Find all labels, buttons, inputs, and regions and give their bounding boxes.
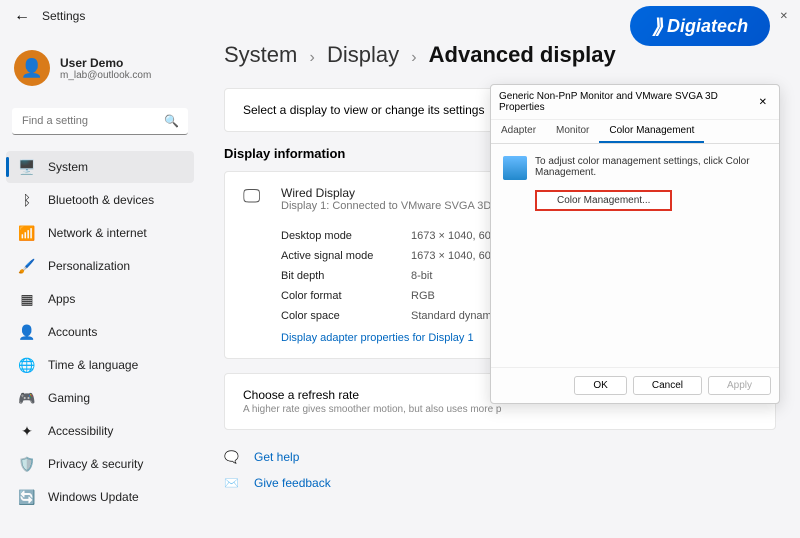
color-management-button[interactable]: Color Management...: [535, 190, 672, 211]
user-profile[interactable]: 👤 User Demo m_lab@outlook.com: [6, 42, 194, 94]
nav-icon: 📶: [18, 224, 36, 242]
sidebar-item-accessibility[interactable]: ✦ Accessibility: [6, 415, 194, 447]
nav-icon: ᛒ: [18, 191, 36, 209]
nav-label: Apps: [48, 292, 75, 306]
cancel-button[interactable]: Cancel: [633, 376, 702, 395]
dialog-text: To adjust color management settings, cli…: [535, 156, 767, 178]
nav-icon: 🎮: [18, 389, 36, 407]
display-name: Wired Display: [281, 186, 491, 200]
apply-button[interactable]: Apply: [708, 376, 771, 395]
sidebar-item-system[interactable]: 🖥️ System: [6, 151, 194, 183]
dialog-close-button[interactable]: ✕: [755, 97, 771, 108]
sidebar-item-time-language[interactable]: 🌐 Time & language: [6, 349, 194, 381]
nav-label: Time & language: [48, 358, 138, 372]
adapter-properties-link[interactable]: Display adapter properties for Display 1: [281, 332, 474, 344]
nav-label: Privacy & security: [48, 457, 143, 471]
nav-label: Gaming: [48, 391, 90, 405]
search-box[interactable]: 🔍: [12, 108, 188, 135]
display-sub: Display 1: Connected to VMware SVGA 3D: [281, 200, 491, 212]
help-icon: 🗨️: [224, 450, 244, 464]
logo-icon: ⟫: [652, 14, 663, 39]
monitor-icon: 🖵: [243, 186, 267, 212]
nav-icon: 🌐: [18, 356, 36, 374]
search-icon: 🔍: [164, 114, 179, 128]
nav-icon: 🖥️: [18, 158, 36, 176]
avatar: 👤: [14, 50, 50, 86]
user-email: m_lab@outlook.com: [60, 70, 151, 81]
brand-logo: ⟫ Digiatech: [630, 6, 770, 46]
ok-button[interactable]: OK: [574, 376, 626, 395]
nav-icon: 🔄: [18, 488, 36, 506]
dialog-tab-adapter[interactable]: Adapter: [491, 120, 546, 143]
nav-icon: ✦: [18, 422, 36, 440]
sidebar-item-network-internet[interactable]: 📶 Network & internet: [6, 217, 194, 249]
nav-icon: 🖌️: [18, 257, 36, 275]
sidebar-item-bluetooth-devices[interactable]: ᛒ Bluetooth & devices: [6, 184, 194, 216]
give-feedback-link[interactable]: ✉️ Give feedback: [224, 470, 776, 496]
nav-icon: 👤: [18, 323, 36, 341]
nav-icon: 🛡️: [18, 455, 36, 473]
sidebar-item-personalization[interactable]: 🖌️ Personalization: [6, 250, 194, 282]
nav-label: System: [48, 160, 88, 174]
sidebar-item-apps[interactable]: ▦ Apps: [6, 283, 194, 315]
back-button[interactable]: ←: [12, 6, 32, 26]
sidebar-item-windows-update[interactable]: 🔄 Windows Update: [6, 481, 194, 513]
sidebar-item-accounts[interactable]: 👤 Accounts: [6, 316, 194, 348]
dialog-title: Generic Non-PnP Monitor and VMware SVGA …: [499, 91, 755, 113]
nav-label: Windows Update: [48, 490, 139, 504]
properties-dialog: Generic Non-PnP Monitor and VMware SVGA …: [490, 84, 780, 404]
dialog-tab-color-management[interactable]: Color Management: [599, 120, 704, 143]
chevron-right-icon: ›: [309, 49, 314, 66]
breadcrumb-current: Advanced display: [429, 42, 616, 67]
nav-label: Accounts: [48, 325, 97, 339]
breadcrumb-display[interactable]: Display: [327, 42, 399, 67]
nav-label: Network & internet: [48, 226, 147, 240]
sidebar-item-privacy-security[interactable]: 🛡️ Privacy & security: [6, 448, 194, 480]
sidebar-item-gaming[interactable]: 🎮 Gaming: [6, 382, 194, 414]
window-title: Settings: [42, 9, 85, 23]
nav-label: Bluetooth & devices: [48, 193, 154, 207]
dialog-tab-monitor[interactable]: Monitor: [546, 120, 599, 143]
nav-label: Personalization: [48, 259, 130, 273]
nav-label: Accessibility: [48, 424, 113, 438]
search-input[interactable]: [22, 115, 164, 127]
breadcrumb-system[interactable]: System: [224, 42, 297, 67]
feedback-icon: ✉️: [224, 476, 244, 490]
get-help-link[interactable]: 🗨️ Get help: [224, 444, 776, 470]
user-name: User Demo: [60, 56, 151, 70]
chevron-right-icon: ›: [411, 49, 416, 66]
nav-icon: ▦: [18, 290, 36, 308]
color-management-icon: [503, 156, 527, 180]
close-button[interactable]: ✕: [780, 11, 788, 22]
